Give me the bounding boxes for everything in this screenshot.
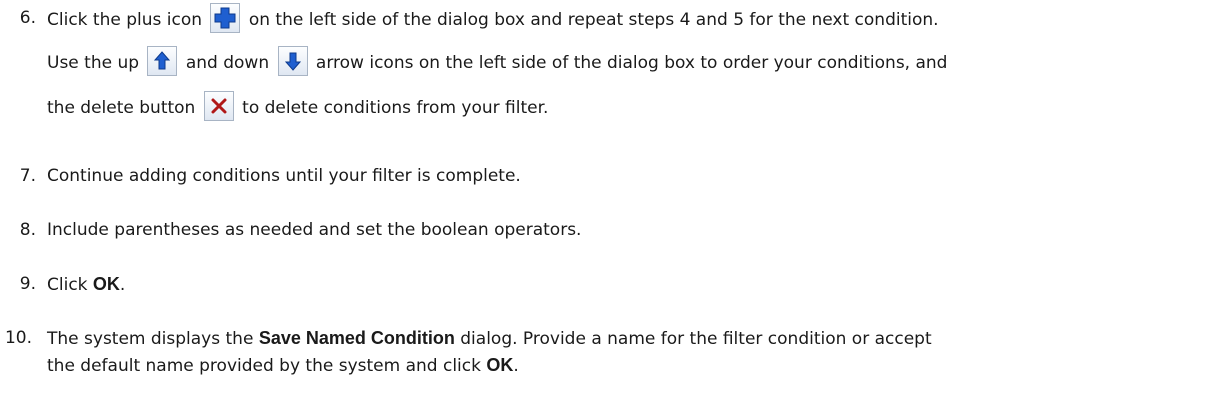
step-number: 9.: [19, 274, 36, 294]
plus-icon: [210, 3, 241, 33]
step-text: The system displays the: [47, 329, 254, 349]
step-text: .: [513, 356, 519, 376]
step-text: the delete button: [47, 98, 196, 118]
step-number: 7.: [19, 166, 36, 186]
step-text: arrow icons on the left side of the dial…: [315, 53, 948, 73]
step-text: to delete conditions from your filter.: [242, 98, 549, 118]
step-text: and down: [185, 53, 270, 73]
step-text: Continue adding conditions until your fi…: [47, 166, 521, 186]
step-number: 10.: [4, 328, 32, 348]
step-number: 6.: [19, 8, 36, 28]
ok-label: OK: [486, 355, 514, 375]
step-text: the default name provided by the system …: [47, 356, 481, 376]
instruction-list: 6. Click the plus icon on the left side …: [0, 0, 1215, 417]
arrow-up-icon: [147, 46, 178, 76]
arrow-down-icon: [277, 46, 308, 76]
step-text: Click the plus icon: [47, 10, 203, 30]
step-text: .: [119, 275, 126, 295]
step-text: Use the up: [47, 53, 140, 73]
ok-label: OK: [92, 274, 120, 294]
delete-x-icon: [203, 91, 234, 121]
step-number: 8.: [19, 220, 36, 240]
dialog-name-label: Save Named Condition: [258, 328, 455, 348]
step-text: Click: [47, 275, 88, 295]
step-text: dialog. Provide a name for the filter co…: [460, 329, 932, 349]
step-text: on the left side of the dialog box and r…: [248, 10, 939, 30]
step-text: Include parentheses as needed and set th…: [47, 220, 582, 240]
